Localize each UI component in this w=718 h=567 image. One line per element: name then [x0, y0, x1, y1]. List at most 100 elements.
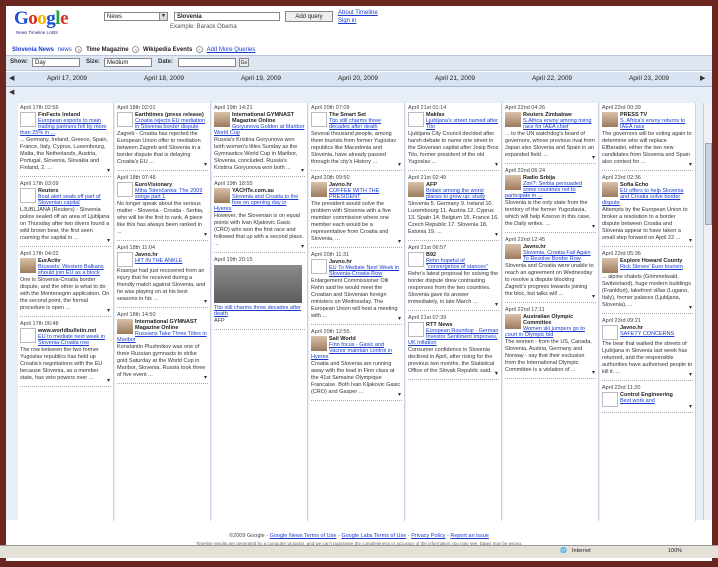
source-logo[interactable]	[408, 112, 424, 127]
news-item[interactable]: April 19th 14:21 International GYMNAST Ma…	[212, 103, 307, 174]
news-item[interactable]: April 17th 06:48 www.worldbulletin.net EU …	[18, 319, 113, 384]
expand-arrow-icon[interactable]: ▾	[689, 237, 692, 244]
remove-query-icon[interactable]: ×	[132, 46, 140, 53]
news-photo[interactable]	[602, 112, 618, 127]
scrollbar-thumb[interactable]	[705, 143, 712, 225]
query-wikipedia-events[interactable]: Wikipedia Events	[143, 47, 192, 53]
go-button[interactable]: Go	[239, 58, 249, 67]
source-logo[interactable]	[20, 188, 36, 203]
labs-terms-link[interactable]: Google Labs Terms of Use	[341, 533, 406, 539]
news-item[interactable]: April 18th 14:50 International GYMNAST Ma…	[115, 310, 210, 381]
zoom-level[interactable]: 100%	[668, 548, 682, 554]
date-input[interactable]	[178, 58, 236, 67]
item-title-link[interactable]: Tito still charms three decades after de…	[214, 305, 305, 317]
add-more-queries-link[interactable]: Add More Queries	[207, 47, 256, 53]
add-query-button[interactable]: Add query	[285, 11, 333, 22]
remove-query-icon[interactable]: ×	[75, 46, 83, 53]
expand-arrow-icon[interactable]: ▾	[204, 161, 207, 168]
expand-arrow-icon[interactable]: ▾	[398, 161, 401, 168]
expand-arrow-icon[interactable]: ▾	[204, 298, 207, 305]
next-arrow-icon[interactable]: ▶	[700, 75, 707, 82]
source-logo[interactable]	[602, 325, 618, 340]
news-item[interactable]: April 23rd 00:39 PRESS TV S. Africa's envo…	[600, 103, 695, 168]
expand-arrow-icon[interactable]: ▾	[689, 371, 692, 378]
news-photo[interactable]	[311, 182, 327, 197]
expand-arrow-icon[interactable]: ▾	[495, 301, 498, 308]
news-item[interactable]: April 20th 11:31 Javno.hr EU To Mediate Ne…	[309, 250, 404, 322]
news-photo[interactable]	[408, 182, 424, 197]
news-photo[interactable]	[214, 265, 302, 303]
source-logo[interactable]	[311, 259, 327, 274]
source-select[interactable]: News ▼	[104, 12, 168, 21]
size-select[interactable]: Medium	[104, 58, 152, 67]
expand-arrow-icon[interactable]: ▾	[204, 231, 207, 238]
expand-arrow-icon[interactable]: ▾	[689, 304, 692, 311]
expand-arrow-icon[interactable]: ▾	[398, 391, 401, 398]
source-logo[interactable]	[20, 112, 36, 127]
news-item[interactable]: April 22nd 17:11 Australian Olympic Commi…	[503, 305, 598, 376]
news-item[interactable]: April 19th 20:15 Tito still charms three …	[212, 255, 307, 325]
expand-arrow-icon[interactable]: ▾	[107, 167, 110, 174]
news-photo[interactable]	[602, 182, 618, 197]
source-logo[interactable]	[408, 252, 424, 267]
expand-arrow-icon[interactable]: ▾	[301, 167, 304, 174]
prev-arrow-icon[interactable]: ◀	[9, 75, 16, 82]
news-photo[interactable]	[117, 319, 133, 334]
source-logo[interactable]	[408, 322, 424, 337]
news-item[interactable]: April 17th 02:56 FinFacts Ireland European…	[18, 103, 113, 174]
news-photo[interactable]	[311, 336, 327, 351]
left-arrow-icon[interactable]: ◀	[9, 89, 16, 96]
report-issue-link[interactable]: Report an issue	[450, 533, 489, 539]
news-photo[interactable]	[505, 112, 521, 127]
expand-arrow-icon[interactable]: ▾	[495, 161, 498, 168]
news-item[interactable]: April 23rd 05:36 Explore Howard County Ric…	[600, 249, 695, 311]
show-select[interactable]: Day	[32, 58, 80, 67]
source-logo[interactable]	[311, 112, 327, 127]
news-item[interactable]: April 18th 11:04 Javno.hr HIT IN THE ANKLE…	[115, 243, 210, 305]
news-item[interactable]: April 21st 02:49 AFP Britain among the wor…	[406, 173, 501, 238]
source-logo[interactable]	[602, 392, 618, 407]
google-logo[interactable]: Google	[14, 8, 68, 30]
news-terms-link[interactable]: Google News Terms of Use	[270, 533, 337, 539]
expand-arrow-icon[interactable]: ▾	[107, 237, 110, 244]
expand-arrow-icon[interactable]: ▾	[398, 238, 401, 245]
news-item[interactable]: April 17th 04:02 EurActiv Brussels: Wester…	[18, 249, 113, 314]
news-item[interactable]: April 21st 01:14 Makfax Ljubljana's street…	[406, 103, 501, 168]
news-item[interactable]: April 22nd 06:24 Radio Srbija Zori?: Serbi…	[503, 166, 598, 230]
source-logo[interactable]	[117, 252, 133, 267]
expand-arrow-icon[interactable]: ▾	[495, 231, 498, 238]
news-photo[interactable]	[214, 112, 230, 127]
expand-arrow-icon[interactable]: ▾	[689, 403, 692, 410]
source-logo[interactable]	[20, 328, 36, 343]
news-item[interactable]: April 19th 18:55 YACHTe.com.au Slovenia an…	[212, 179, 307, 250]
expand-arrow-icon[interactable]: ▾	[592, 223, 595, 230]
news-item[interactable]: April 18th 07:48 EuroVisionary Miha Tolenč…	[115, 173, 210, 238]
news-photo[interactable]	[20, 258, 36, 273]
news-item[interactable]: April 18th 02:01 Earthtimes (press releas…	[115, 103, 210, 168]
sign-in-link[interactable]: Sign in	[338, 18, 356, 24]
expand-arrow-icon[interactable]: ▾	[204, 374, 207, 381]
news-photo[interactable]	[505, 314, 521, 329]
news-item[interactable]: April 23rd 09:21 Javno.hr SAFETY CONCERNS T…	[600, 316, 695, 378]
news-photo[interactable]	[505, 244, 521, 259]
query-slovenia[interactable]: Slovenia News	[12, 47, 54, 53]
news-photo[interactable]	[214, 188, 230, 203]
expand-arrow-icon[interactable]: ▾	[689, 161, 692, 168]
remove-query-icon[interactable]: ×	[195, 46, 203, 53]
news-item[interactable]: April 23rd 02:36 Sofia Echo EU offers to h…	[600, 173, 695, 244]
expand-arrow-icon[interactable]: ▾	[301, 243, 304, 250]
privacy-link[interactable]: Privacy Policy	[411, 533, 445, 539]
query-input[interactable]: Slovenia	[174, 12, 280, 21]
news-item[interactable]: April 21st 07:39 RTT News European Roundup…	[406, 313, 501, 377]
query-time-magazine[interactable]: Time Magazine	[86, 47, 129, 53]
about-timeline-link[interactable]: About Timeline	[338, 10, 378, 16]
news-item[interactable]: April 20th 07:09 The Smart Set Tito still …	[309, 103, 404, 168]
expand-arrow-icon[interactable]: ▾	[495, 370, 498, 377]
source-logo[interactable]	[117, 112, 133, 127]
news-item[interactable]: April 22nd 04:26 Reuters Zimbabwe S.Africa…	[503, 103, 598, 161]
expand-arrow-icon[interactable]: ▾	[592, 293, 595, 300]
news-photo[interactable]	[505, 175, 521, 190]
news-item[interactable]: April 20th 12:55 Sail World Finn focus - G…	[309, 327, 404, 398]
expand-arrow-icon[interactable]: ▾	[398, 315, 401, 322]
expand-arrow-icon[interactable]: ▾	[592, 154, 595, 161]
